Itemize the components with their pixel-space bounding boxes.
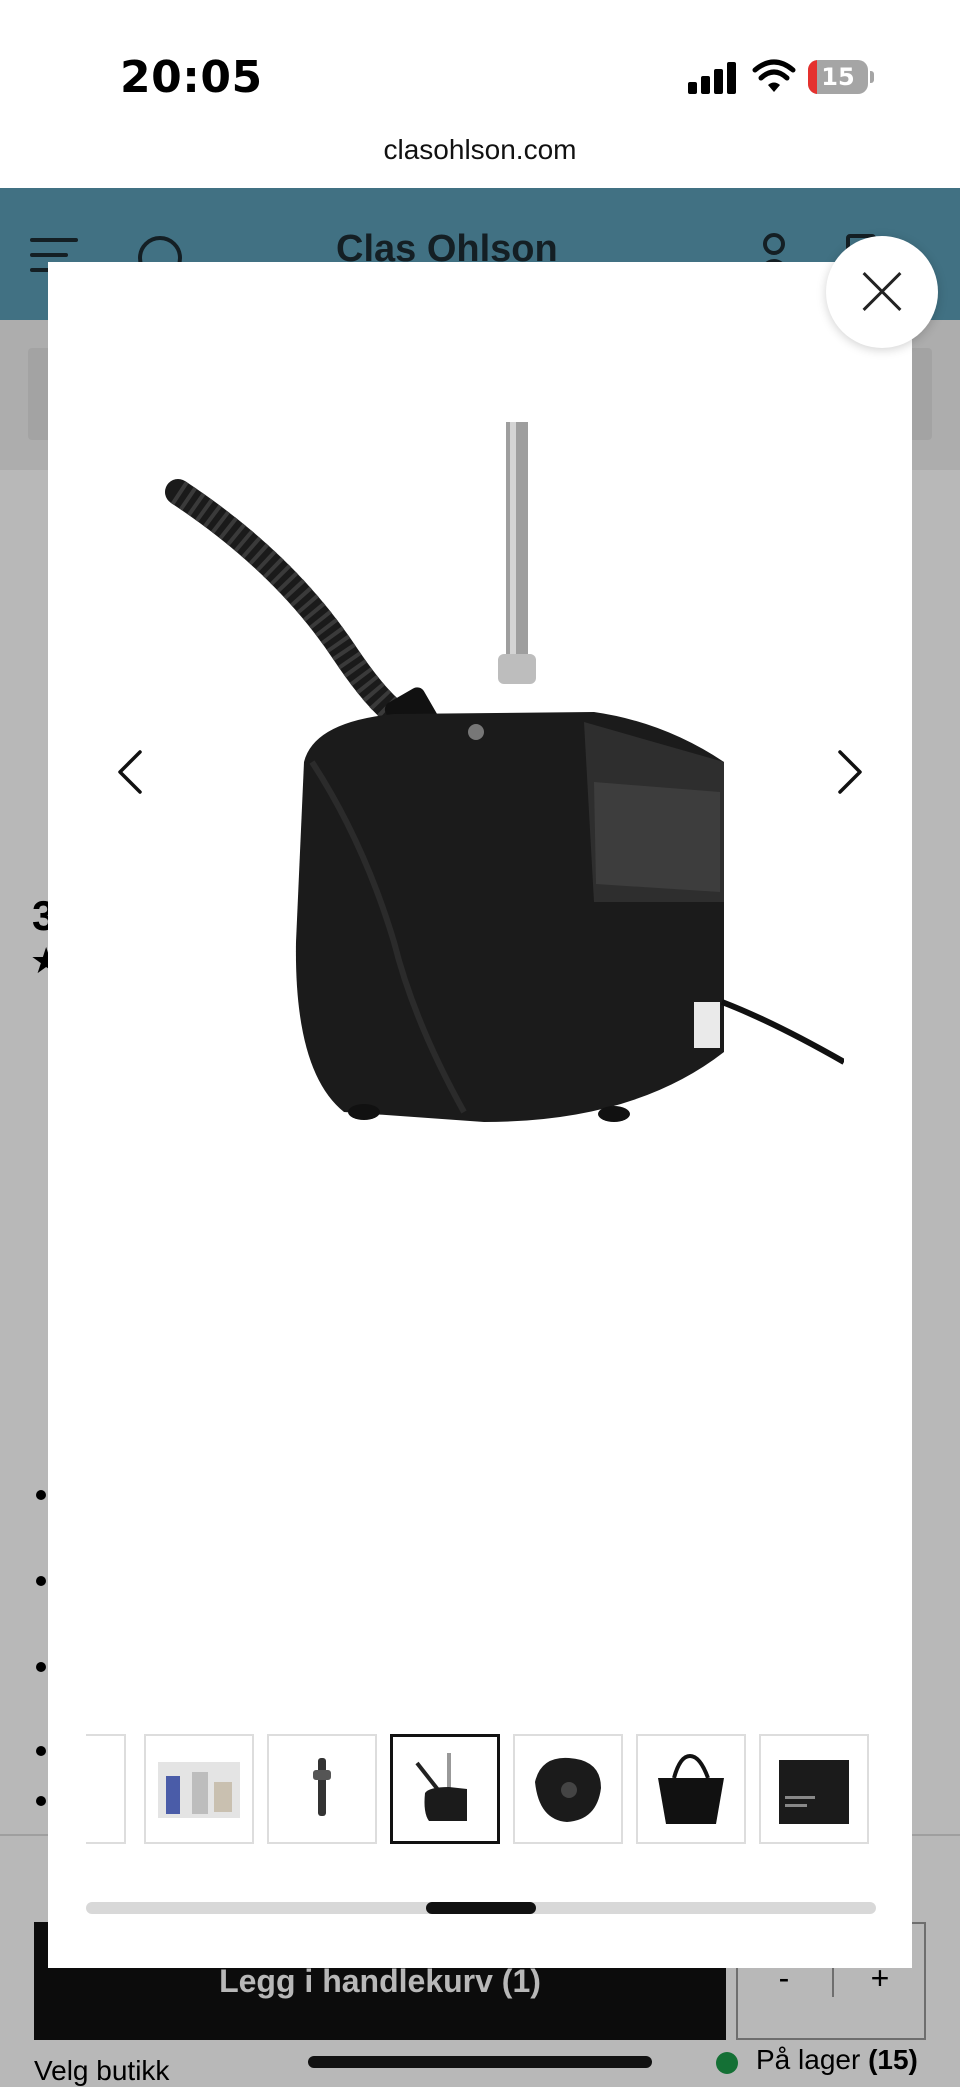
wifi-icon [752,59,796,92]
thumb-partial[interactable] [86,1734,126,1844]
thumb-steamer-base[interactable] [390,1734,500,1844]
url-bar[interactable]: clasohlson.com [0,120,960,188]
gallery-scrollbar[interactable] [86,1902,876,1914]
thumb-tote-bag[interactable] [636,1734,746,1844]
chevron-left-icon [118,750,142,794]
thumb-room-scene[interactable] [144,1734,254,1844]
status-bar: 20:05 15 [0,0,960,120]
signal-icon [688,62,736,94]
home-indicator [308,2056,652,2068]
product-main-image[interactable] [164,422,844,1402]
battery-icon: 15 [808,60,874,94]
status-time: 20:05 [120,52,263,103]
thumb-box[interactable] [759,1734,869,1844]
battery-text: 15 [821,63,855,91]
thumb-steamer-hose[interactable] [513,1734,623,1844]
close-gallery-button[interactable] [826,236,938,348]
previous-image-button[interactable] [102,732,162,812]
gallery-scrollbar-thumb[interactable] [425,1902,537,1914]
thumbnail-strip[interactable] [86,1734,876,1846]
image-gallery-modal [48,262,912,1968]
thumb-steamer-head[interactable] [267,1734,377,1844]
